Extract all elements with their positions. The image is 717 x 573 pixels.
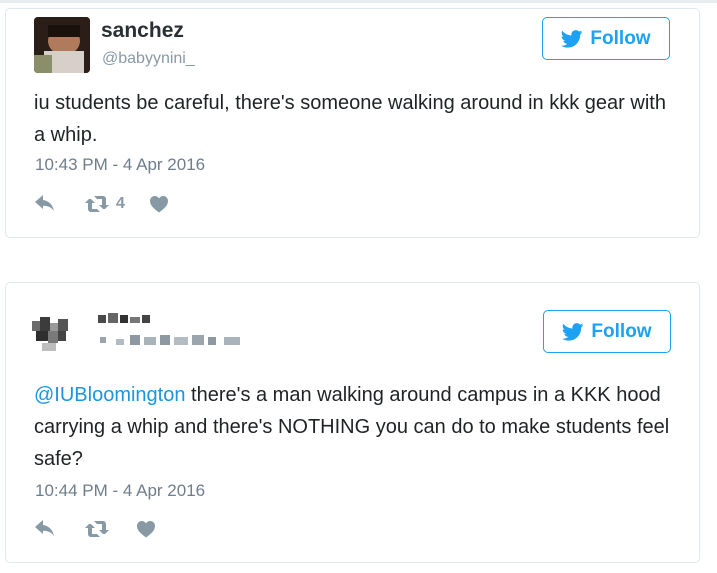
retweet-button[interactable]: 4 bbox=[84, 195, 149, 213]
reply-icon bbox=[35, 195, 54, 211]
tweet-actions: 4 bbox=[34, 195, 169, 213]
retweet-icon bbox=[85, 196, 109, 212]
twitter-bird-icon bbox=[562, 322, 584, 341]
like-button[interactable] bbox=[149, 195, 169, 213]
avatar[interactable] bbox=[30, 313, 90, 357]
reply-button[interactable] bbox=[34, 520, 84, 538]
retweet-count: 4 bbox=[116, 195, 125, 212]
author-name[interactable]: sanchez bbox=[101, 19, 184, 43]
reply-icon bbox=[35, 520, 54, 536]
tweet-card: sanchez @babyynini_ Follow iu students b… bbox=[5, 8, 700, 238]
heart-icon bbox=[137, 521, 155, 538]
follow-label: Follow bbox=[590, 27, 651, 49]
retweet-button[interactable] bbox=[84, 520, 116, 538]
redacted-profile-photo-icon bbox=[32, 317, 68, 351]
avatar[interactable] bbox=[34, 17, 90, 73]
follow-button[interactable]: Follow bbox=[542, 17, 670, 60]
like-button[interactable] bbox=[136, 520, 156, 538]
tweet-timestamp[interactable]: 10:43 PM - 4 Apr 2016 bbox=[35, 155, 205, 175]
redacted-name-icon bbox=[98, 313, 240, 345]
heart-icon bbox=[149, 196, 168, 213]
tweet-actions bbox=[34, 520, 156, 538]
tweet-text: @IUBloomington there's a man walking aro… bbox=[34, 379, 674, 475]
follow-label: Follow bbox=[591, 320, 652, 342]
mention-link[interactable]: @IUBloomington bbox=[34, 384, 185, 406]
tweet-card: Follow @IUBloomington there's a man walk… bbox=[5, 282, 700, 563]
top-divider bbox=[0, 0, 717, 3]
twitter-bird-icon bbox=[561, 29, 583, 48]
tweet-text: iu students be careful, there's someone … bbox=[34, 92, 666, 146]
reply-button[interactable] bbox=[34, 195, 84, 213]
retweet-icon bbox=[85, 521, 109, 537]
follow-button[interactable]: Follow bbox=[543, 310, 671, 353]
profile-photo-icon bbox=[34, 17, 90, 73]
author-handle[interactable]: @babyynini_ bbox=[102, 50, 195, 68]
tweet-timestamp[interactable]: 10:44 PM - 4 Apr 2016 bbox=[35, 481, 205, 501]
